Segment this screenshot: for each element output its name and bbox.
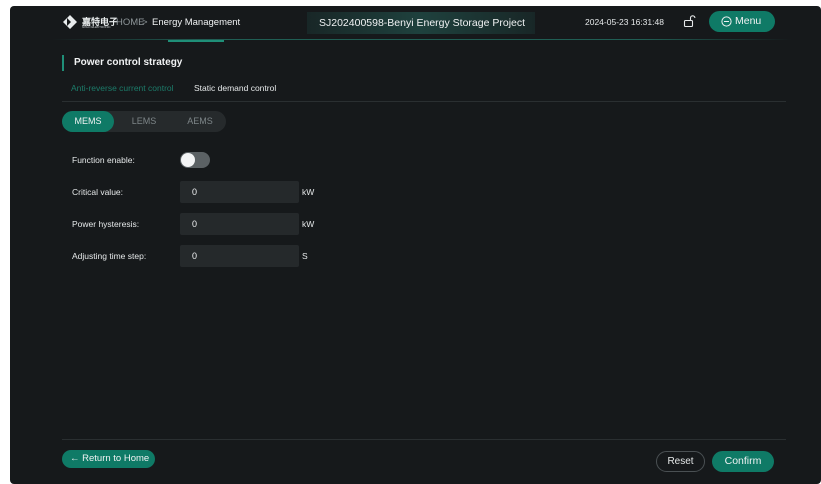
footer-divider — [62, 439, 786, 440]
minus-circle-icon — [721, 16, 732, 27]
critical-value-label: Critical value: — [72, 187, 124, 197]
breadcrumb-home-link[interactable]: HOME — [116, 17, 145, 28]
toggle-knob — [181, 153, 195, 167]
mode-mems-button[interactable]: MEMS — [62, 111, 114, 132]
menu-button[interactable]: Menu — [709, 11, 775, 32]
brand-logo-icon — [63, 15, 77, 29]
adjusting-time-step-unit: S — [302, 251, 308, 261]
breadcrumb-current: Energy Management — [152, 17, 241, 28]
function-enable-toggle[interactable] — [180, 152, 210, 168]
brand-name: 嘉特电子 GOLD ELECTRONIC — [82, 15, 118, 29]
reset-button[interactable]: Reset — [656, 451, 705, 472]
return-to-home-button[interactable]: ← Return to Home — [62, 450, 155, 468]
menu-button-label: Menu — [735, 15, 762, 27]
app-window: 嘉特电子 GOLD ELECTRONIC HOME > Energy Manag… — [10, 6, 821, 484]
tab-anti-reverse-current-control[interactable]: Anti-reverse current control — [71, 83, 174, 93]
power-hysteresis-label: Power hysteresis: — [72, 219, 140, 229]
power-hysteresis-input[interactable] — [180, 213, 299, 235]
adjusting-time-step-input[interactable] — [180, 245, 299, 267]
critical-value-input[interactable] — [180, 181, 299, 203]
breadcrumb-separator: > — [142, 17, 148, 28]
unlock-icon[interactable] — [682, 14, 696, 28]
section-title: Power control strategy — [62, 55, 182, 71]
breadcrumb-active-indicator — [168, 40, 224, 42]
adjusting-time-step-label: Adjusting time step: — [72, 251, 147, 261]
tab-static-demand-control[interactable]: Static demand control — [194, 83, 276, 93]
mode-segmented-control: MEMS LEMS AEMS — [62, 111, 226, 132]
current-datetime: 2024-05-23 16:31:48 — [585, 17, 664, 27]
power-hysteresis-unit: kW — [302, 219, 315, 229]
critical-value-unit: kW — [302, 187, 315, 197]
top-bar: 嘉特电子 GOLD ELECTRONIC HOME > Energy Manag… — [10, 6, 821, 42]
function-enable-label: Function enable: — [72, 155, 135, 165]
brand-name-en: GOLD ELECTRONIC — [82, 25, 111, 29]
header-divider — [52, 39, 792, 40]
project-title: SJ202400598-Benyi Energy Storage Project — [307, 12, 535, 34]
mode-lems-button[interactable]: LEMS — [118, 111, 170, 132]
mode-aems-button[interactable]: AEMS — [174, 111, 226, 132]
tabs-divider — [62, 101, 786, 102]
confirm-button[interactable]: Confirm — [712, 451, 774, 472]
